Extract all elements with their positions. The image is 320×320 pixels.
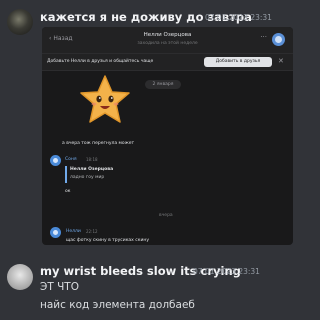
add-friend-button[interactable]: Добавить в друзья — [204, 57, 272, 67]
sender-name: Соня — [65, 157, 77, 162]
chat-title: Нелли Озерцова — [143, 32, 192, 38]
close-icon[interactable]: ✕ — [278, 57, 284, 65]
quoted-author: Нелли Озерцова — [70, 167, 114, 172]
message-text: ЭТ ЧТО — [40, 281, 79, 293]
date-separator: 2 января — [145, 80, 181, 89]
message-timestamp: 07.01.2023 23:31 — [205, 13, 272, 22]
chat-message: а вчера тож перегнула может — [62, 141, 135, 146]
reply-bar — [65, 166, 67, 183]
message-time: 22:12 — [86, 229, 98, 234]
chat-header: ‹ Назад Нелли Озерцова заходила на этой … — [42, 27, 293, 54]
friend-banner: Добавьте Нелли в друзья и общайтесь чаще… — [42, 54, 293, 71]
avatar — [50, 155, 61, 166]
chat-message: щас фотку скину в трусиках скину — [66, 238, 149, 243]
chat-subtitle: заходила на этой неделе — [137, 41, 198, 46]
message-text: найс код элемента долбаеб — [40, 299, 195, 311]
more-icon[interactable]: ··· — [260, 33, 267, 41]
message-timestamp: 07.01.2023 23:31 — [193, 267, 260, 276]
sender-name: Нелли — [66, 229, 81, 234]
message-group-2: my wrist bleeds slow its crying 07.01.20… — [0, 252, 320, 320]
star-sticker — [80, 75, 130, 123]
message-time: 18:18 — [86, 157, 98, 162]
chat-message: вчера — [159, 213, 173, 218]
avatar — [50, 227, 61, 238]
image-attachment[interactable]: ‹ Назад Нелли Озерцова заходила на этой … — [42, 27, 293, 245]
message-group-1: кажется я не доживу до завтра 07.01.2023… — [0, 0, 320, 252]
avatar[interactable] — [7, 264, 33, 290]
friend-prompt: Добавьте Нелли в друзья и общайтесь чаще — [47, 59, 154, 64]
avatar[interactable] — [7, 9, 33, 35]
chat-message: ок — [65, 189, 71, 194]
quoted-text: ладно гоу мир — [70, 175, 105, 180]
avatar[interactable] — [272, 33, 285, 46]
